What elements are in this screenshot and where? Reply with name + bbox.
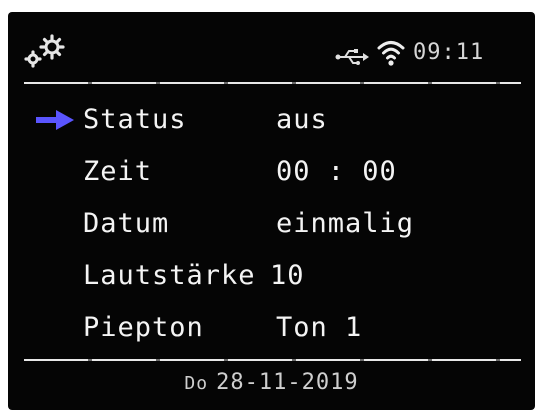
menu-item-lautstaerke[interactable]: Lautstärke 10	[8, 250, 535, 302]
weekday: Do	[184, 373, 209, 394]
settings-menu: Status aus Zeit 00 : 00 Datum einmalig L…	[8, 92, 535, 354]
menu-item-value: 10	[270, 260, 305, 291]
menu-item-value: einmalig	[276, 208, 415, 239]
clock-time: 09:11	[413, 40, 485, 65]
menu-item-zeit[interactable]: Zeit 00 : 00	[8, 146, 535, 198]
menu-item-value: 00 : 00	[276, 156, 397, 187]
device-bezel: 09:11 Status aus Zeit 00 : 00 Datum einm…	[0, 0, 543, 418]
menu-item-label: Status	[83, 104, 187, 135]
header-divider	[24, 82, 521, 84]
selection-arrow-icon	[36, 110, 74, 130]
wifi-icon	[377, 41, 405, 66]
menu-item-label: Piepton	[83, 312, 204, 343]
usb-icon	[335, 49, 369, 65]
menu-item-label: Lautstärke	[83, 260, 256, 291]
menu-item-piepton[interactable]: Piepton Ton 1	[8, 302, 535, 354]
menu-item-label: Zeit	[83, 156, 153, 187]
date-display: 28-11-2019	[216, 370, 359, 395]
menu-item-datum[interactable]: Datum einmalig	[8, 198, 535, 250]
menu-item-value: aus	[276, 104, 328, 135]
menu-item-value: Ton 1	[276, 312, 363, 343]
menu-item-status[interactable]: Status aus	[8, 94, 535, 146]
date-footer: Do 28-11-2019	[8, 370, 535, 395]
alarm-settings-screen: 09:11 Status aus Zeit 00 : 00 Datum einm…	[8, 12, 535, 410]
menu-item-label: Datum	[83, 208, 170, 239]
gears-icon[interactable]	[22, 34, 68, 70]
footer-divider	[24, 359, 521, 361]
status-bar: 09:11	[8, 12, 535, 82]
